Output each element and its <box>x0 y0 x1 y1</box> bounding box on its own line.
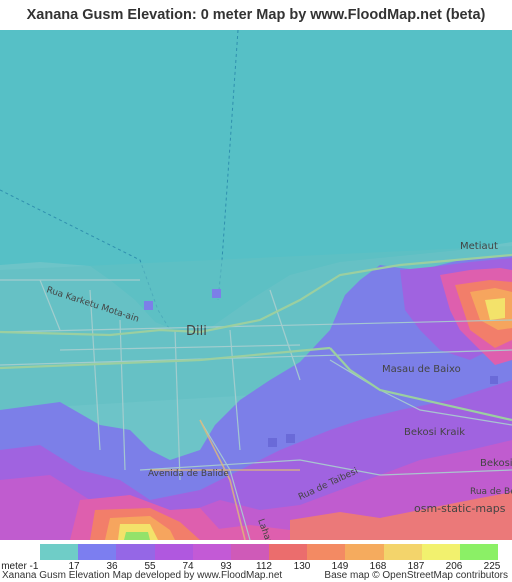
water-block <box>268 438 277 447</box>
legend-swatch <box>421 544 460 560</box>
elevation-green-zone <box>124 532 150 540</box>
road-label-becu: Rua de Becu <box>470 487 512 497</box>
osm-label: osm-static-maps <box>414 502 506 515</box>
water-block <box>490 376 498 384</box>
city-label-dili: Dili <box>186 324 207 339</box>
legend-swatches <box>40 544 499 560</box>
legend-swatch <box>383 544 422 560</box>
water-block <box>212 289 221 298</box>
map-title: Xanana Gusm Elevation: 0 meter Map by ww… <box>26 7 486 23</box>
credit-osm[interactable]: Base map © OpenStreetMap contributors <box>324 570 508 581</box>
elevation-map[interactable]: Dili Metiaut Masau de Baixo Bekosi Kraik… <box>0 30 512 540</box>
water-block <box>144 301 153 310</box>
title-bar: Xanana Gusm Elevation: 0 meter Map by ww… <box>0 0 512 30</box>
legend-tick: 130 <box>293 561 311 572</box>
water-block <box>286 434 295 443</box>
place-label-metiaut: Metiaut <box>460 241 498 252</box>
place-label-masau: Masau de Baixo <box>382 364 461 375</box>
legend-swatch <box>345 544 384 560</box>
legend-swatch <box>230 544 270 560</box>
place-label-bekosi-kraik: Bekosi Kraik <box>404 427 465 438</box>
place-label-bekosi: Bekosi <box>480 458 512 469</box>
legend-swatch <box>154 544 193 560</box>
legend-swatch <box>192 544 231 560</box>
legend-swatch <box>459 544 499 560</box>
map-canvas: Dili Metiaut Masau de Baixo Bekosi Kraik… <box>0 30 512 540</box>
legend-swatch <box>40 544 79 560</box>
legend-swatch <box>78 544 117 560</box>
legend-swatch <box>307 544 346 560</box>
road-label-balide: Avenida de Balide <box>148 469 229 479</box>
credit-floodmap[interactable]: Xanana Gusm Elevation Map developed by w… <box>2 570 282 581</box>
legend-swatch <box>116 544 155 560</box>
elevation-legend: meter -1 17 36 55 74 93 112 130 149 168 … <box>0 540 512 582</box>
legend-swatch <box>269 544 308 560</box>
